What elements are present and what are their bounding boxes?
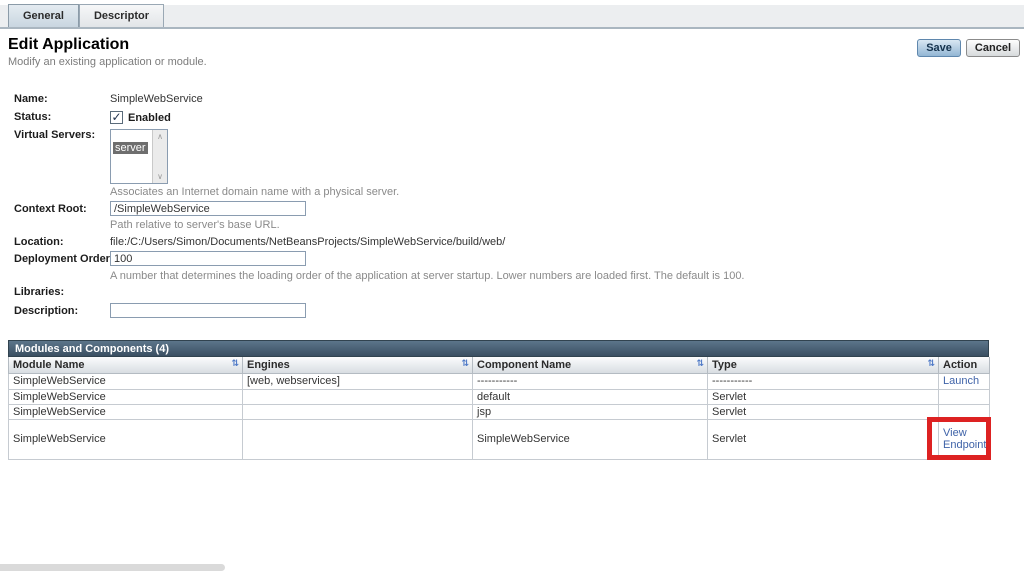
enabled-checkbox[interactable]: ✓ [110,111,123,124]
cell-module-name: SimpleWebService [9,404,243,419]
cell-module-name: SimpleWebService [9,373,243,389]
tab-bar: General Descriptor [0,5,1024,29]
tab-general[interactable]: General [8,4,79,27]
page-subtitle: Modify an existing application or module… [8,56,207,68]
column-header-action: Action [939,357,990,373]
deployment-order-label: Deployment Order: [14,253,114,265]
cell-module-name: SimpleWebService [9,389,243,404]
virtual-servers-label: Virtual Servers: [14,129,95,141]
cell-engines [243,404,473,419]
deployment-order-input[interactable] [110,251,306,266]
scroll-up-icon[interactable]: ∧ [157,132,163,141]
column-header-type: Type ⇅ [708,357,939,373]
cell-type: Servlet [708,389,939,404]
name-label: Name: [14,93,48,105]
cell-module-name: SimpleWebService [9,419,243,459]
virtual-servers-listbox[interactable]: server ∧ ∨ [110,129,168,184]
bottom-scroll-bar[interactable] [0,564,225,571]
cell-engines [243,389,473,404]
cell-component-name: jsp [473,404,708,419]
column-header-engines: Engines ⇅ [243,357,473,373]
description-input[interactable] [110,303,306,318]
cell-action [939,404,990,419]
cell-component-name: SimpleWebService [473,419,708,459]
virtual-servers-help: Associates an Internet domain name with … [110,186,399,198]
location-value: file:/C:/Users/Simon/Documents/NetBeansP… [110,236,505,248]
scroll-down-icon[interactable]: ∨ [157,172,163,181]
libraries-label: Libraries: [14,286,64,298]
context-root-input[interactable] [110,201,306,216]
page-title: Edit Application [8,36,129,54]
context-root-label: Context Root: [14,203,87,215]
cell-action: View Endpoint [939,419,990,459]
location-label: Location: [14,236,64,248]
view-endpoint-link[interactable]: View Endpoint [943,427,986,451]
header-actions: Save Cancel [917,39,1020,57]
save-button[interactable]: Save [917,39,961,57]
column-header-module-name: Module Name ⇅ [9,357,243,373]
cancel-button[interactable]: Cancel [966,39,1020,57]
sort-icon[interactable]: ⇅ [461,360,469,369]
cell-type: Servlet [708,404,939,419]
cell-component-name: default [473,389,708,404]
table-title: Modules and Components (4) [8,340,989,357]
name-value: SimpleWebService [110,93,203,105]
sort-icon[interactable]: ⇅ [696,360,704,369]
table-row: SimpleWebService jsp Servlet [9,404,990,419]
listbox-scrollbar[interactable]: ∧ ∨ [152,130,167,183]
column-header-component-name: Component Name ⇅ [473,357,708,373]
deployment-order-help: A number that determines the loading ord… [110,270,745,282]
table-row: SimpleWebService default Servlet [9,389,990,404]
tab-descriptor[interactable]: Descriptor [79,4,164,27]
table-row: SimpleWebService SimpleWebService Servle… [9,419,990,459]
cell-action: Launch [939,373,990,389]
launch-link[interactable]: Launch [943,375,979,387]
cell-type: ----------- [708,373,939,389]
table-header-row: Module Name ⇅ Engines ⇅ Component Name ⇅… [9,357,990,373]
description-label: Description: [14,305,78,317]
cell-engines: [web, webservices] [243,373,473,389]
table-row: SimpleWebService [web, webservices] ----… [9,373,990,389]
cell-engines [243,419,473,459]
virtual-server-option-selected[interactable]: server [113,142,148,154]
status-label: Status: [14,111,51,123]
cell-component-name: ----------- [473,373,708,389]
modules-components-table: Modules and Components (4) Module Name ⇅… [8,340,989,460]
enabled-checkbox-label: Enabled [128,112,171,124]
sort-icon[interactable]: ⇅ [231,360,239,369]
cell-type: Servlet [708,419,939,459]
cell-action [939,389,990,404]
context-root-help: Path relative to server's base URL. [110,219,280,231]
sort-icon[interactable]: ⇅ [927,360,935,369]
